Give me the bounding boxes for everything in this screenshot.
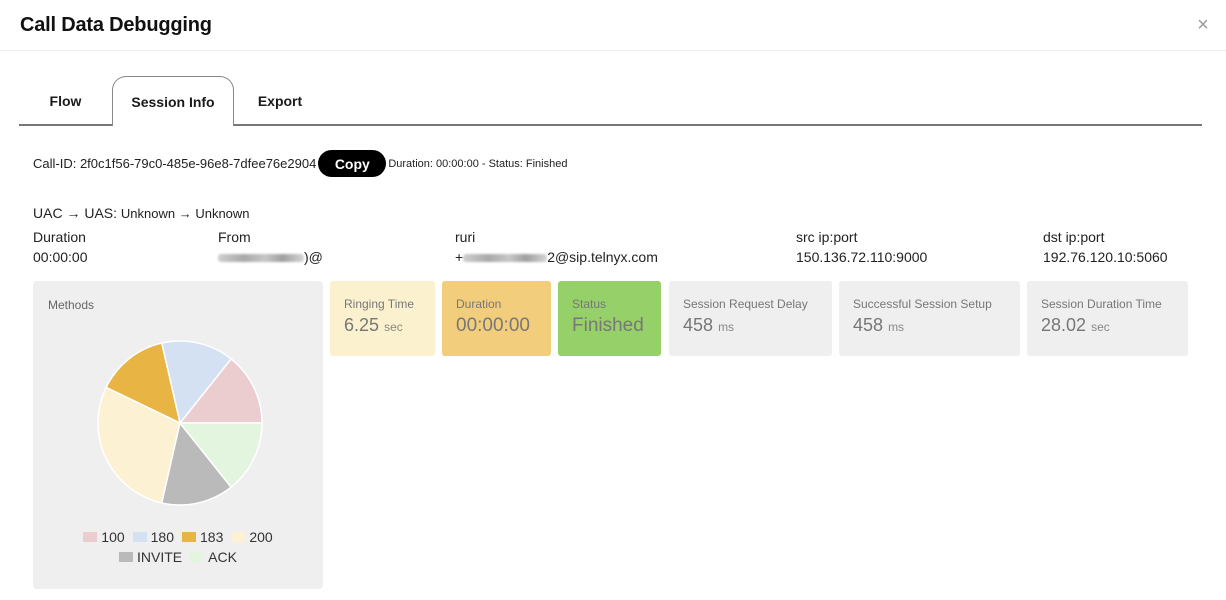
info-dst-label: dst ip:port — [1043, 229, 1105, 245]
legend-label: 183 — [200, 529, 224, 545]
uac-uas-label: UAC → UAS: — [33, 205, 118, 221]
info-duration-label: Duration — [33, 229, 86, 245]
legend-label: ACK — [208, 549, 237, 565]
stat-status: Status Finished — [558, 281, 661, 356]
uac-uas-line: UAC → UAS: Unknown → Unknown — [33, 205, 250, 221]
redacted-ruri-number — [463, 254, 548, 263]
stat-label: Status — [572, 297, 607, 311]
stat-value: 458 — [683, 315, 714, 335]
dialog-title: Call Data Debugging — [20, 14, 212, 36]
stat-unit: ms — [718, 320, 735, 334]
methods-pie-chart — [97, 340, 263, 506]
legend-item-invite[interactable]: INVITE — [119, 547, 182, 567]
uac-uas-value: Unknown → Unknown — [120, 206, 250, 221]
info-dst-value: 192.76.120.10:5060 — [1043, 249, 1168, 265]
stat-label: Ringing Time — [344, 297, 415, 311]
stat-value: Finished — [572, 315, 644, 336]
stat-value: 6.25 — [344, 315, 380, 335]
legend-item-183[interactable]: 183 — [182, 527, 223, 547]
stat-value: 00:00:00 — [456, 315, 530, 336]
info-ruri: ruri +2@sip.telnyx.com — [455, 227, 658, 267]
info-src-label: src ip:port — [796, 229, 858, 245]
tab-bar: Flow Session Info Export — [19, 76, 1202, 127]
legend-label: 100 — [101, 529, 125, 545]
legend-swatch — [182, 532, 196, 542]
copy-button[interactable]: Copy — [318, 150, 387, 177]
stat-label: Duration — [456, 297, 502, 311]
stat-unit: sec — [1091, 320, 1110, 334]
info-dst: dst ip:port 192.76.120.10:5060 — [1043, 227, 1168, 267]
tab-flow[interactable]: Flow — [19, 76, 112, 126]
info-src-value: 150.136.72.110:9000 — [796, 249, 928, 265]
stat-unit: ms — [888, 320, 905, 334]
legend-swatch — [190, 552, 205, 562]
info-from-label: From — [218, 229, 251, 245]
info-from: From )@ — [218, 227, 323, 267]
info-src: src ip:port 150.136.72.110:9000 — [796, 227, 927, 267]
legend-row: INVITE ACK — [33, 547, 323, 567]
call-id-row: Call-ID: 2f0c1f56-79c0-485e-96e8-7dfee76… — [33, 150, 567, 177]
stat-label: Session Duration Time — [1041, 297, 1162, 311]
legend-swatch — [231, 532, 246, 542]
info-ruri-prefix: + — [455, 249, 464, 265]
legend-label: 200 — [249, 529, 273, 545]
legend-swatch — [119, 552, 134, 562]
tab-export[interactable]: Export — [237, 76, 323, 126]
info-from-suffix: )@ — [304, 249, 323, 265]
stat-successful-session-setup: Successful Session Setup 458 ms — [839, 281, 1020, 356]
call-id-text: Call-ID: 2f0c1f56-79c0-485e-96e8-7dfee76… — [33, 156, 317, 171]
stat-duration: Duration 00:00:00 — [442, 281, 551, 356]
stat-value: 458 — [853, 315, 884, 335]
legend-item-100[interactable]: 100 — [83, 527, 125, 547]
dialog-header: Call Data Debugging × — [0, 0, 1226, 51]
legend-item-ack[interactable]: ACK — [190, 547, 237, 567]
legend-item-200[interactable]: 200 — [231, 527, 273, 547]
stat-session-duration-time: Session Duration Time 28.02 sec — [1027, 281, 1188, 356]
close-icon[interactable]: × — [1194, 15, 1212, 35]
stat-label: Successful Session Setup — [853, 297, 992, 311]
info-duration: Duration 00:00:00 — [33, 227, 88, 267]
redacted-from-number — [218, 254, 304, 263]
chart-legend: 100 180 183 200 INVITE ACK — [33, 527, 323, 567]
methods-chart-card: Methods 100 180 183 200 INVITE ACK — [33, 281, 323, 589]
stat-session-request-delay: Session Request Delay 458 ms — [669, 281, 832, 356]
stat-ringing-time: Ringing Time 6.25 sec — [330, 281, 435, 356]
stat-label: Session Request Delay — [683, 297, 808, 311]
stat-value: 28.02 — [1041, 315, 1087, 335]
info-duration-value: 00:00:00 — [33, 249, 88, 265]
info-ruri-suffix: 2@sip.telnyx.com — [547, 249, 658, 265]
legend-swatch — [132, 532, 147, 542]
duration-status-text: Duration: 00:00:00 - Status: Finished — [388, 157, 568, 170]
info-ruri-label: ruri — [455, 229, 476, 245]
legend-label: 180 — [150, 529, 174, 545]
legend-swatch — [83, 532, 98, 542]
legend-item-180[interactable]: 180 — [132, 527, 174, 547]
tab-session-info[interactable]: Session Info — [112, 76, 234, 126]
legend-label: INVITE — [137, 549, 183, 565]
stat-unit: sec — [384, 320, 403, 334]
legend-row: 100 180 183 200 — [33, 527, 323, 547]
